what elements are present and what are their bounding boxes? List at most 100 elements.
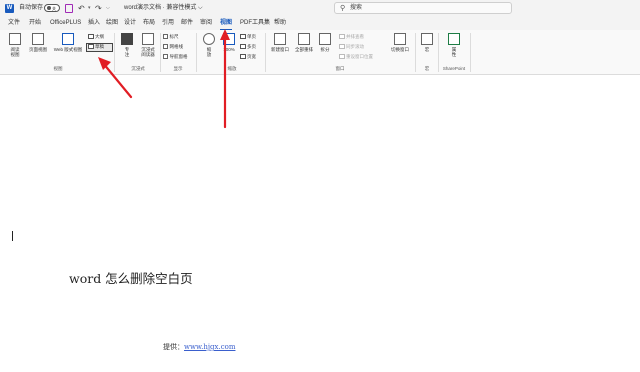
tab-review[interactable]: 审阅 — [200, 17, 212, 30]
footer-prefix: 提供： — [163, 343, 184, 351]
tab-file[interactable]: 文件 — [8, 17, 20, 30]
quick-access-dropdown-icon[interactable]: ⌵ — [106, 0, 110, 17]
tab-layout[interactable]: 布局 — [143, 17, 155, 30]
group-label-sharepoint: SharePoint — [442, 66, 466, 71]
outline-button[interactable]: 大纲 — [88, 33, 104, 41]
outline-label: 大纲 — [95, 34, 104, 39]
web-layout-button[interactable]: Web 版式视图 — [50, 32, 86, 66]
gridlines-label: 网格线 — [169, 44, 184, 49]
web-layout-label: Web 版式视图 — [53, 47, 83, 52]
group-divider — [438, 33, 439, 72]
macros-button[interactable]: 宏 — [418, 32, 436, 66]
focus-button[interactable]: 专 注 — [118, 32, 136, 66]
properties-icon — [448, 33, 460, 45]
group-label-zoom: 缩放 — [227, 66, 237, 71]
word-app-icon: W — [5, 4, 14, 13]
zoom-100-button[interactable]: 100% — [220, 32, 238, 66]
arrange-all-icon — [298, 33, 310, 45]
macros-icon — [421, 33, 433, 45]
group-label-macros: 宏 — [424, 66, 430, 71]
properties-label: 属 性 — [451, 47, 457, 57]
save-icon[interactable] — [65, 4, 73, 13]
document-canvas[interactable]: word 怎么删除空白页 提供：www.hjgx.com — [0, 76, 640, 372]
tab-officeplus[interactable]: OfficePLUS — [50, 17, 81, 30]
ribbon-tabs: 文件 开始 OfficePLUS 插入 绘图 设计 布局 引用 邮件 审阅 视图… — [0, 17, 640, 30]
arrange-all-label: 全部重排 — [295, 47, 313, 52]
read-mode-label: 阅读 视图 — [10, 47, 20, 57]
footer-link[interactable]: www.hjgx.com — [184, 343, 235, 351]
tab-insert[interactable]: 插入 — [88, 17, 100, 30]
zoom-button[interactable]: 缩 放 — [200, 32, 218, 66]
tab-mailings[interactable]: 邮件 — [181, 17, 193, 30]
tab-help[interactable]: 帮助 — [274, 17, 286, 30]
tab-pdf-tools[interactable]: PDF工具集 — [240, 17, 270, 30]
ruler-checkbox[interactable]: 标尺 — [163, 33, 179, 41]
print-layout-button[interactable]: 页面视图 — [26, 32, 50, 66]
side-by-side-icon — [339, 34, 345, 40]
print-layout-label: 页面视图 — [29, 47, 47, 52]
outline-icon — [88, 34, 94, 40]
zoom-100-icon — [223, 33, 235, 45]
draft-icon — [88, 44, 94, 50]
footer-credit: 提供：www.hjgx.com — [163, 342, 235, 352]
new-window-icon — [274, 33, 286, 45]
tab-draw[interactable]: 绘图 — [106, 17, 118, 30]
side-by-side-button[interactable]: 并排查看 — [339, 33, 364, 41]
draft-label: 草稿 — [95, 44, 104, 49]
tab-design[interactable]: 设计 — [124, 17, 136, 30]
group-divider — [265, 33, 266, 72]
page-width-label: 页宽 — [247, 54, 256, 59]
document-title[interactable]: word演示文档 · 兼容性模式 ⌵ — [124, 0, 203, 17]
focus-icon — [121, 33, 133, 45]
immersive-reader-label: 沉浸式 阅读器 — [141, 47, 155, 57]
group-divider — [160, 33, 161, 72]
title-bar: W 自动保存 关 ↶ ▾ ↷ ⌵ word演示文档 · 兼容性模式 ⌵ ⚲ 搜索 — [0, 0, 640, 17]
sync-scroll-icon — [339, 44, 345, 50]
read-mode-icon — [9, 33, 21, 45]
immersive-reader-button[interactable]: 沉浸式 阅读器 — [136, 32, 160, 66]
group-label-views: 视图 — [53, 66, 63, 71]
group-label-window: 窗口 — [335, 66, 345, 71]
print-layout-icon — [32, 33, 44, 45]
switch-windows-icon — [394, 33, 406, 45]
ruler-label: 标尺 — [169, 34, 179, 39]
one-page-label: 单页 — [247, 34, 256, 39]
split-icon — [319, 33, 331, 45]
autosave-state: 关 — [52, 6, 56, 11]
sync-scroll-label: 同步滚动 — [346, 44, 364, 49]
new-window-button[interactable]: 新建窗口 — [268, 32, 292, 66]
checkbox-icon — [163, 54, 168, 60]
new-window-label: 新建窗口 — [271, 47, 289, 52]
page-width-button[interactable]: 页宽 — [240, 53, 256, 61]
split-label: 拆分 — [320, 47, 330, 52]
undo-icon[interactable]: ↶ — [78, 0, 85, 17]
redo-icon[interactable]: ↷ — [95, 0, 102, 17]
draft-button[interactable]: 草稿 — [88, 43, 104, 51]
reset-position-label: 重设窗口位置 — [346, 54, 373, 59]
switch-windows-button[interactable]: 切换窗口 — [386, 32, 414, 66]
properties-button[interactable]: 属 性 — [444, 32, 464, 66]
search-input[interactable]: ⚲ 搜索 — [334, 2, 512, 14]
nav-pane-checkbox[interactable]: 导航窗格 — [163, 53, 188, 61]
split-button[interactable]: 拆分 — [316, 32, 334, 66]
search-icon: ⚲ — [340, 5, 346, 12]
group-label-immersive: 沉浸式 — [131, 66, 145, 71]
one-page-button[interactable]: 单页 — [240, 33, 256, 41]
tab-view[interactable]: 视图 — [220, 17, 233, 30]
group-divider — [114, 33, 115, 72]
reset-position-button[interactable]: 重设窗口位置 — [339, 53, 373, 61]
macros-label: 宏 — [424, 47, 430, 52]
sync-scroll-button[interactable]: 同步滚动 — [339, 43, 364, 51]
arrange-all-button[interactable]: 全部重排 — [292, 32, 316, 66]
ribbon: 阅读 视图 页面视图 Web 版式视图 大纲 草稿 视图 专 注 沉浸式 阅读器… — [0, 30, 640, 75]
multi-page-button[interactable]: 多页 — [240, 43, 256, 51]
tab-home[interactable]: 开始 — [29, 17, 41, 30]
checkbox-icon — [163, 44, 168, 50]
read-mode-button[interactable]: 阅读 视图 — [4, 32, 26, 66]
undo-dropdown-icon[interactable]: ▾ — [88, 0, 91, 17]
gridlines-checkbox[interactable]: 网格线 — [163, 43, 183, 51]
zoom-100-label: 100% — [223, 47, 235, 52]
tab-references[interactable]: 引用 — [162, 17, 174, 30]
page-width-icon — [240, 54, 246, 60]
nav-pane-label: 导航窗格 — [169, 54, 188, 59]
